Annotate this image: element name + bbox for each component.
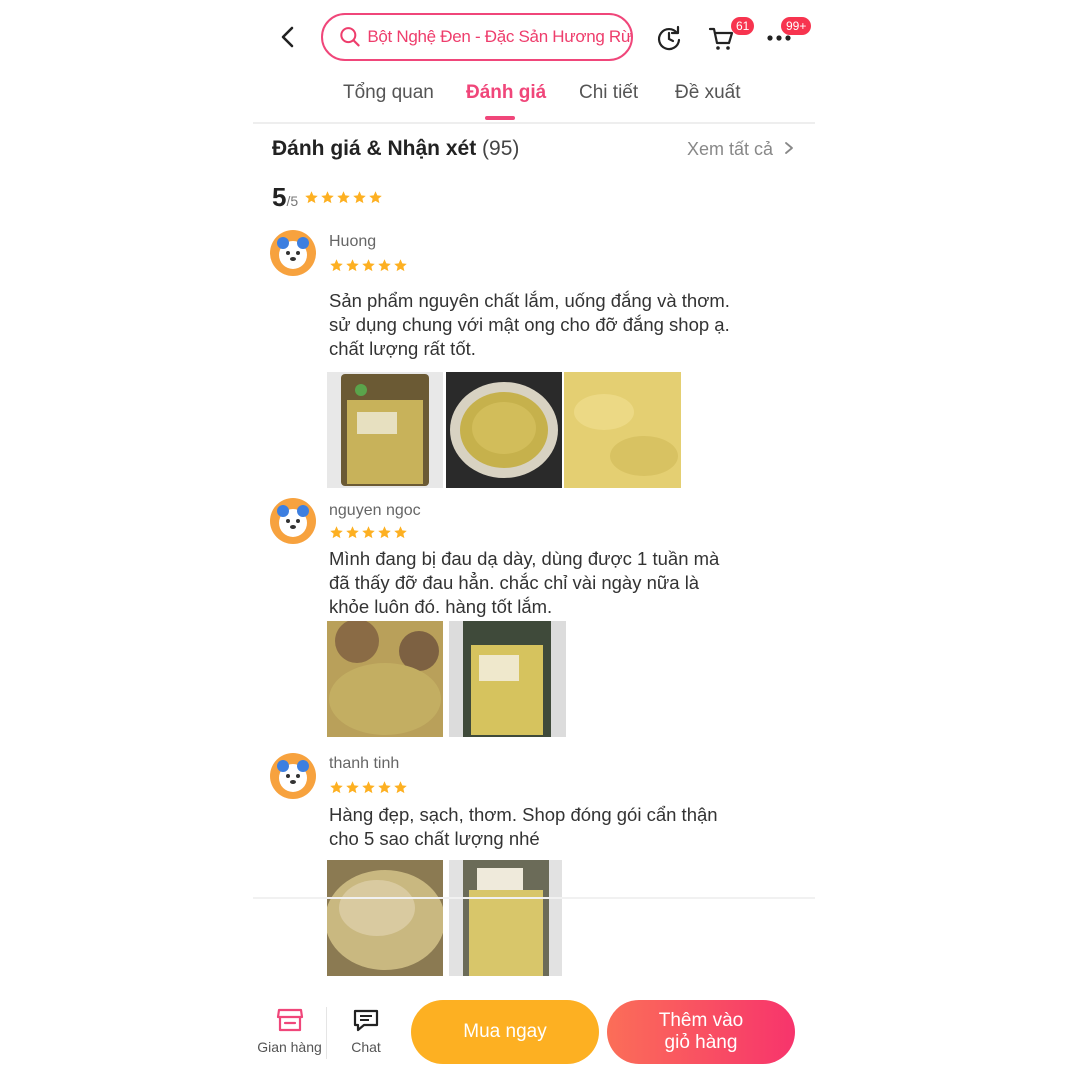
star-icon [394,526,407,539]
active-tab-indicator [485,116,515,120]
review-line: Sản phẩm nguyên chất lắm, uống đắng và t… [329,290,730,311]
search-icon [340,27,360,47]
more-badge: 99+ [781,17,812,35]
star-icon [346,259,359,272]
shop-label: Gian hàng [257,1039,322,1055]
star-icon [394,259,407,272]
review-photo[interactable] [449,621,566,737]
reviewer-name: nguyen ngoc [329,502,421,519]
buy-now-button[interactable]: Mua ngay [411,1000,599,1064]
star-icon [305,191,318,204]
star-icon [394,781,407,794]
divider [253,897,815,899]
avatar [270,498,316,544]
history-icon [657,25,681,51]
review-line: Hàng đẹp, sạch, thơm. Shop đóng gói cẩn … [329,804,718,825]
reviews-count: (95) [482,137,520,160]
review-photo[interactable] [449,860,562,976]
review-line: chất lượng rất tốt. [329,338,476,359]
tab-bar: Tổng quan Đánh giá Chi tiết Đề xuất [253,72,815,124]
review-photo[interactable] [327,860,443,976]
see-all-label: Xem tất cả [687,139,774,159]
reviewer-name: Huong [329,233,377,250]
review-rating-stars [329,258,408,273]
star-icon [369,191,382,204]
back-button[interactable] [273,22,303,52]
star-icon [346,781,359,794]
score-denominator: /5 [286,193,299,209]
tab-recommendations[interactable]: Đề xuất [675,82,740,104]
star-icon [378,526,391,539]
review-rating-stars [329,780,408,795]
overall-rating-stars [304,190,383,205]
star-icon [330,259,343,272]
review-rating-stars [329,525,408,540]
see-all-link[interactable]: Xem tất cả [687,139,794,160]
shop-button[interactable]: Gian hàng [253,1007,326,1055]
search-bar[interactable]: Bột Nghệ Đen - Đặc Sản Hương Rừng [321,13,633,61]
tab-reviews[interactable]: Đánh giá [466,82,546,104]
chat-label: Chat [351,1039,381,1055]
tab-details[interactable]: Chi tiết [579,82,638,104]
chat-button[interactable]: Chat [333,1007,399,1055]
star-icon [353,191,366,204]
reviews-heading: Đánh giá & Nhận xét (95) [272,137,519,161]
star-icon [337,191,350,204]
review-photo[interactable] [327,621,443,737]
reviewer-name: thanh tinh [329,755,400,772]
product-review-screen: Bột Nghệ Đen - Đặc Sản Hương Rừng 61 99+… [253,0,815,1080]
star-icon [378,781,391,794]
buy-now-label: Mua ngay [463,1021,547,1042]
review-line: cho 5 sao chất lượng nhé [329,828,540,849]
star-icon [346,526,359,539]
tab-overview[interactable]: Tổng quan [343,82,434,104]
review-photo[interactable] [446,372,562,488]
star-icon [362,781,375,794]
star-icon [362,526,375,539]
star-icon [330,781,343,794]
avatar [270,230,316,276]
overall-score: 5/5 [272,182,298,213]
search-query: Bột Nghệ Đen - Đặc Sản Hương Rừng [367,27,631,46]
reviews-title: Đánh giá & Nhận xét [272,137,477,160]
shop-icon [276,1008,303,1032]
add-to-cart-label-line2: giỏ hàng [664,1032,738,1053]
separator [326,1007,327,1059]
chevron-right-icon [785,142,793,154]
review-text: Sản phẩm nguyên chất lắm, uống đắng và t… [329,289,779,361]
star-icon [378,259,391,272]
review-line: Mình đang bị đau dạ dày, dùng được 1 tuầ… [329,548,720,569]
history-button[interactable] [653,22,685,54]
review-line: đã thấy đỡ đau hẳn. chắc chỉ vài ngày nữ… [329,572,700,593]
avatar [270,753,316,799]
star-icon [330,526,343,539]
review-photo[interactable] [564,372,681,488]
review-line: sử dụng chung với mật ong cho đỡ đắng sh… [329,314,730,335]
add-to-cart-label-line1: Thêm vào [658,1010,744,1031]
review-photo[interactable] [327,372,443,488]
star-icon [321,191,334,204]
star-icon [362,259,375,272]
review-text: Hàng đẹp, sạch, thơm. Shop đóng gói cẩn … [329,803,779,851]
review-text: Mình đang bị đau dạ dày, dùng được 1 tuầ… [329,547,779,619]
add-to-cart-button[interactable]: Thêm vào giỏ hàng [607,1000,795,1064]
bottom-action-bar: Gian hàng Chat Mua ngay Thêm vào giỏ hàn… [253,995,815,1080]
back-arrow-icon [281,26,294,48]
score-value: 5 [272,182,287,212]
review-line: khỏe luôn đó. hàng tốt lắm. [329,596,553,617]
chat-icon [353,1009,379,1032]
cart-badge: 61 [731,17,755,35]
